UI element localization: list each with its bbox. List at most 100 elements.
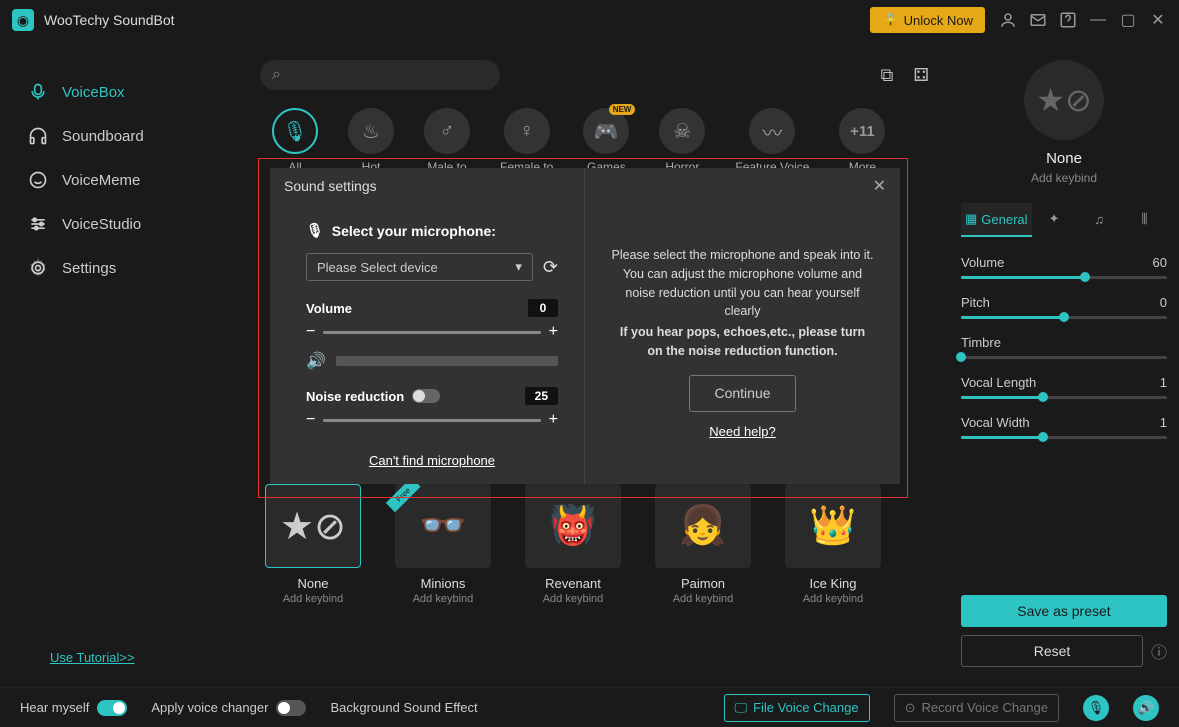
preview-avatar: ★⊘ <box>1024 60 1104 140</box>
voice-thumb: 👧 <box>655 484 751 568</box>
voice-card-minions[interactable]: ◆ Free👓 Minions Add keybind <box>394 484 492 605</box>
tutorial-link[interactable]: Use Tutorial>> <box>50 650 135 665</box>
help-icon[interactable] <box>1059 11 1077 29</box>
reset-button[interactable]: Reset <box>961 635 1143 667</box>
param-slider[interactable] <box>961 396 1167 399</box>
gear-icon <box>28 258 48 278</box>
file-voice-button[interactable]: 🖵File Voice Change <box>724 694 870 722</box>
sidebar-label: VoiceStudio <box>62 216 141 233</box>
apply-label: Apply voice changer <box>151 700 268 715</box>
monitor-icon: 🖵 <box>735 700 748 716</box>
unlock-label: Unlock Now <box>904 13 973 28</box>
voice-card-paimon[interactable]: ◆ 👧 Paimon Add keybind <box>654 484 752 605</box>
voice-thumb: 👑 <box>785 484 881 568</box>
save-preset-button[interactable]: Save as preset <box>961 595 1167 627</box>
volume-label: Volume <box>306 301 352 316</box>
mail-icon[interactable] <box>1029 11 1047 29</box>
sidebar-label: Settings <box>62 260 116 277</box>
category-feature[interactable]: 〰Feature Voice <box>735 108 809 174</box>
category-horror[interactable]: ☠Horror <box>659 108 705 174</box>
minus-icon[interactable]: − <box>306 323 315 341</box>
param-vocal-length: Vocal Length 1 <box>961 375 1167 399</box>
hear-toggle[interactable] <box>97 700 127 716</box>
cant-find-link[interactable]: Can't find microphone <box>306 453 558 468</box>
plus-icon[interactable]: + <box>549 323 558 341</box>
tab-effects[interactable]: ✦ <box>1032 203 1077 237</box>
mic-icon: 🎙 <box>272 108 318 154</box>
noise-toggle[interactable] <box>412 389 440 403</box>
apply-toggle[interactable] <box>276 700 306 716</box>
sparkle-icon: ✦ <box>1049 211 1060 227</box>
category-all[interactable]: 🎙All <box>272 108 318 174</box>
audio-level-bar <box>336 356 558 366</box>
modal-instructions-bold: If you hear pops, echoes,etc., please tu… <box>611 323 874 361</box>
param-slider[interactable] <box>961 356 1167 359</box>
sliders-icon: ⫼ <box>1141 211 1147 227</box>
voice-card-revenant[interactable]: ◆ 👹 Revenant Add keybind <box>524 484 622 605</box>
lock-icon: 🔒 <box>882 12 898 28</box>
need-help-link[interactable]: Need help? <box>709 424 776 439</box>
category-female[interactable]: ♀Female to <box>500 108 553 174</box>
female-icon: ♀ <box>504 108 550 154</box>
modal-close-icon[interactable]: ✕ <box>873 176 886 196</box>
record-voice-button[interactable]: ⊙Record Voice Change <box>894 694 1059 722</box>
unlock-button[interactable]: 🔒 Unlock Now <box>870 7 985 33</box>
modal-instructions: Please select the microphone and speak i… <box>611 246 874 321</box>
volume-slider[interactable] <box>323 331 540 334</box>
maximize-icon[interactable]: ▢ <box>1119 11 1137 29</box>
param-slider[interactable] <box>961 276 1167 279</box>
preview-keybind[interactable]: Add keybind <box>961 171 1167 185</box>
flame-icon: ♨ <box>348 108 394 154</box>
dice-icon[interactable]: ⚃ <box>913 65 929 86</box>
minimize-icon[interactable]: — <box>1089 11 1107 29</box>
param-slider[interactable] <box>961 436 1167 439</box>
param-value: 1 <box>1160 375 1167 390</box>
volume-value: 0 <box>528 299 558 317</box>
sidebar-item-voicememe[interactable]: VoiceMeme <box>0 158 240 202</box>
bg-label: Background Sound Effect <box>330 700 477 715</box>
category-male[interactable]: ♂Male to <box>424 108 470 174</box>
device-placeholder: Please Select device <box>317 260 438 275</box>
external-link-icon[interactable]: ⧉ <box>880 65 893 86</box>
sidebar-label: VoiceBox <box>62 84 125 101</box>
sidebar-item-settings[interactable]: Settings <box>0 246 240 290</box>
sidebar-item-voicestudio[interactable]: VoiceStudio <box>0 202 240 246</box>
sound-settings-modal: Sound settings ✕ 🎙Select your microphone… <box>270 168 900 484</box>
user-icon[interactable] <box>999 11 1017 29</box>
voicebox-icon <box>28 82 48 102</box>
category-games[interactable]: 🎮NEWGames <box>583 108 629 174</box>
sidebar-item-soundboard[interactable]: Soundboard <box>0 114 240 158</box>
voice-grid: ★⊘ None Add keybind ◆ Free👓 Minions Add … <box>260 484 929 605</box>
more-badge: +11 <box>839 108 885 154</box>
continue-button[interactable]: Continue <box>689 375 795 412</box>
refresh-icon[interactable]: ⟳ <box>543 257 558 278</box>
mic-icon: 🎙 <box>306 222 324 239</box>
search-input[interactable]: ⌕ <box>260 60 500 90</box>
device-select[interactable]: Please Select device ▾ <box>306 253 533 281</box>
category-more[interactable]: +11More <box>839 108 885 174</box>
param-slider[interactable] <box>961 316 1167 319</box>
mic-button[interactable]: 🎙 <box>1083 695 1109 721</box>
minus-icon[interactable]: − <box>306 411 315 429</box>
tab-equalizer[interactable]: ⫼ <box>1122 203 1167 237</box>
speaker-button[interactable]: 🔊 <box>1133 695 1159 721</box>
app-title: WooTechy SoundBot <box>44 12 870 28</box>
param-value: 1 <box>1160 415 1167 430</box>
param-timbre: Timbre <box>961 335 1167 359</box>
voice-card-none[interactable]: ★⊘ None Add keybind <box>264 484 362 605</box>
voice-card-iceking[interactable]: ◆ 👑 Ice King Add keybind <box>784 484 882 605</box>
close-icon[interactable]: ✕ <box>1149 11 1167 29</box>
sidebar-item-voicebox[interactable]: VoiceBox <box>0 70 240 114</box>
param-label: Vocal Width <box>961 415 1030 430</box>
param-label: Vocal Length <box>961 375 1036 390</box>
noise-slider[interactable] <box>323 419 540 422</box>
game-icon: 🎮NEW <box>583 108 629 154</box>
speaker-icon: 🔊 <box>306 351 326 371</box>
category-hot[interactable]: ♨Hot <box>348 108 394 174</box>
info-icon[interactable]: ⓘ <box>1151 639 1167 663</box>
sidebar: VoiceBox Soundboard VoiceMeme VoiceStudi… <box>0 40 240 687</box>
tab-music[interactable]: ♫ <box>1077 203 1122 237</box>
plus-icon[interactable]: + <box>549 411 558 429</box>
voice-thumb: 👹 <box>525 484 621 568</box>
tab-general[interactable]: ▦General <box>961 203 1032 237</box>
